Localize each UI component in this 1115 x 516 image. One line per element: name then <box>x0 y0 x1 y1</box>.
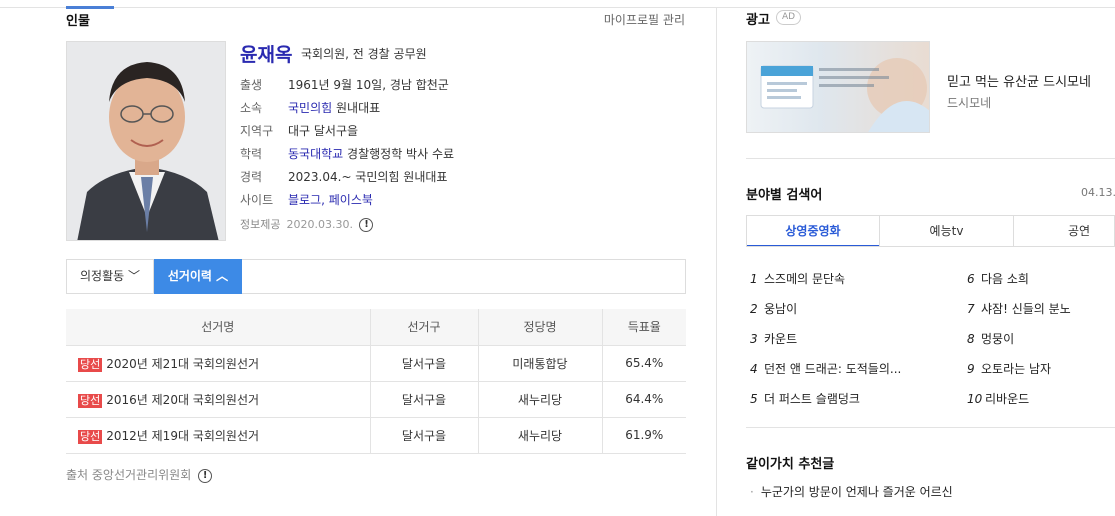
university-link[interactable]: 동국대학교 <box>288 147 343 161</box>
keyword-item[interactable]: 4 던전 앤 드래곤: 도적들의... <box>750 360 901 377</box>
district-cell: 달서구을 <box>370 417 479 454</box>
info-value: 1961년 9월 10일, 경남 합천군 <box>288 78 449 92</box>
chevron-up-icon: ︿ <box>211 269 229 283</box>
divider <box>746 427 1115 428</box>
info-row-birth: 출생 1961년 9월 10일, 경남 합천군 <box>240 76 449 93</box>
election-table: 선거명 선거구 정당명 득표율 당선 2020년 제21대 국회의원선거 달서구을… <box>66 309 686 454</box>
info-source: 정보제공 2020.03.30. ! <box>240 216 374 232</box>
facebook-link[interactable]: 페이스북 <box>329 193 373 207</box>
tab-election-history[interactable]: 선거이력 ︿ <box>154 259 242 294</box>
info-row-education: 학력 동국대학교 경찰행정학 박사 수료 <box>240 145 454 162</box>
blog-link[interactable]: 블로그 <box>288 193 321 207</box>
info-value: 경찰행정학 박사 수료 <box>347 147 455 161</box>
recommend-title: 같이가치 추천글 <box>746 457 835 472</box>
election-name-link[interactable]: 2016년 제20대 국회의원선거 <box>106 393 259 407</box>
divider <box>746 158 1115 159</box>
active-section-marker <box>66 6 114 9</box>
table-header-row: 선거명 선거구 정당명 득표율 <box>66 309 686 346</box>
top-divider <box>0 7 1115 8</box>
info-label: 사이트 <box>240 193 274 207</box>
keyword-tabs-underline <box>746 246 1115 247</box>
party-cell: 새누리당 <box>478 417 603 454</box>
person-photo[interactable] <box>66 41 226 241</box>
info-label: 지역구 <box>240 124 274 138</box>
party-link[interactable]: 국민의힘 <box>288 101 332 115</box>
ad-image[interactable] <box>746 41 930 133</box>
person-photo-illustration <box>67 42 225 240</box>
rate-cell: 64.4% <box>602 381 686 418</box>
keyword-item[interactable]: 3 카운트 <box>750 330 797 347</box>
keyword-item[interactable]: 2 웅남이 <box>750 300 797 317</box>
info-value: 2023.04.~ 국민의힘 원내대표 <box>288 170 448 184</box>
tab-movies[interactable]: 상영중영화 <box>747 216 879 247</box>
info-label: 소속 <box>240 101 263 115</box>
party-cell: 미래통합당 <box>478 345 603 382</box>
table-row: 당선 2012년 제19대 국회의원선거 달서구을 새누리당 61.9% <box>66 417 686 454</box>
column-divider <box>716 8 717 516</box>
keywords-title: 분야별 검색어 <box>746 188 823 203</box>
keyword-item[interactable]: 10 리바운드 <box>967 390 1029 407</box>
keyword-item[interactable]: 8 멍뭉이 <box>967 330 1014 347</box>
party-cell: 새누리당 <box>478 381 603 418</box>
person-subtitle: 국회의원, 전 경찰 공무원 <box>301 47 427 61</box>
ad-image-illustration <box>760 58 929 132</box>
win-badge: 당선 <box>78 393 103 408</box>
info-row-site: 사이트 블로그, 페이스북 <box>240 193 373 207</box>
info-label: 경력 <box>240 170 263 184</box>
source-date: 2020.03.30. <box>286 218 353 231</box>
info-label: 출생 <box>240 78 263 92</box>
rate-cell: 61.9% <box>602 417 686 454</box>
table-row: 당선 2016년 제20대 국회의원선거 달서구을 새누리당 64.4% <box>66 381 686 418</box>
election-name-link[interactable]: 2012년 제19대 국회의원선거 <box>106 429 259 443</box>
chevron-down-icon: ﹀ <box>124 269 140 283</box>
info-label: 학력 <box>240 147 263 161</box>
col-header: 선거구 <box>370 309 479 346</box>
district-cell: 달서구을 <box>370 345 479 382</box>
win-badge: 당선 <box>78 429 103 444</box>
info-row-district: 지역구 대구 달서구을 <box>240 122 358 139</box>
profile-manage-link[interactable]: 마이프로필 관리 <box>604 11 685 28</box>
info-value: 원내대표 <box>336 101 381 115</box>
col-header: 정당명 <box>478 309 603 346</box>
ad-badge: AD <box>776 10 802 25</box>
recommend-item[interactable]: · 누군가의 방문이 언제나 즐거운 어르신 <box>750 483 953 500</box>
info-row-career: 경력 2023.04.~ 국민의힘 원내대표 <box>240 168 447 185</box>
person-name[interactable]: 윤재옥 <box>240 40 292 67</box>
keyword-item[interactable]: 9 오토라는 남자 <box>967 360 1051 377</box>
district-cell: 달서구을 <box>370 381 479 418</box>
keywords-date: 04.13. <box>1081 186 1115 199</box>
rate-cell: 65.4% <box>602 345 686 382</box>
col-header: 득표율 <box>602 309 686 346</box>
col-header: 선거명 <box>66 309 371 346</box>
profile-tabs: 의정활동 ﹀ 선거이력 ︿ <box>66 259 686 294</box>
tab-performance[interactable]: 공연 <box>1014 216 1115 247</box>
win-badge: 당선 <box>78 357 103 372</box>
tab-activity[interactable]: 의정활동 ﹀ <box>67 260 154 293</box>
info-row-affiliation: 소속 국민의힘 원내대표 <box>240 99 380 116</box>
ad-brand: 드시모네 <box>947 96 992 110</box>
table-source: 출처 중앙선거관리위원회 ! <box>66 466 213 483</box>
keyword-item[interactable]: 6 다음 소희 <box>967 270 1029 287</box>
keyword-tabs: 상영중영화 예능tv 공연 <box>746 215 1115 247</box>
info-value: 대구 달서구을 <box>288 124 359 138</box>
election-name-link[interactable]: 2020년 제21대 국회의원선거 <box>106 357 259 371</box>
info-icon[interactable]: ! <box>359 218 374 232</box>
keyword-item[interactable]: 7 샤잠! 신들의 분노 <box>967 300 1071 317</box>
info-icon[interactable]: ! <box>198 468 213 483</box>
ad-product-link[interactable]: 믿고 먹는 유산균 드시모네 <box>947 71 1091 90</box>
tab-variety-tv[interactable]: 예능tv <box>880 216 1013 247</box>
section-title: 인물 <box>66 14 90 29</box>
ad-title: 광고 <box>746 13 770 28</box>
keyword-item[interactable]: 5더 퍼스트 슬램덩크 <box>750 390 860 407</box>
table-row: 당선 2020년 제21대 국회의원선거 달서구을 미래통합당 65.4% <box>66 345 686 382</box>
source-label: 정보제공 <box>240 218 281 231</box>
keyword-item[interactable]: 1 스즈메의 문단속 <box>750 270 845 287</box>
